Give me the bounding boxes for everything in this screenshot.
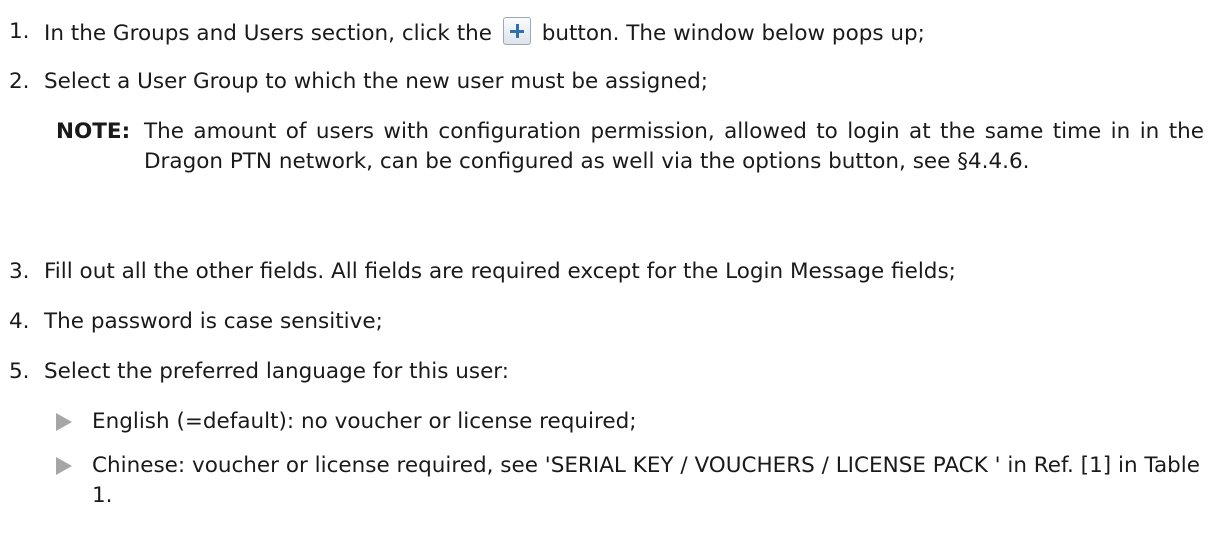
- triangle-bullet-icon: [56, 457, 72, 475]
- triangle-bullet-icon: [56, 413, 72, 431]
- note-label: NOTE:: [56, 119, 131, 144]
- step-text: Select a User Group to which the new use…: [44, 69, 708, 94]
- add-plus-icon: [502, 17, 531, 45]
- step-number: 3.: [9, 259, 30, 284]
- bullet-text: English (=default): no voucher or licens…: [92, 409, 637, 434]
- step-number: 4.: [9, 309, 30, 334]
- step-text-after: button. The window below pops up;: [541, 21, 925, 46]
- step-number: 1.: [9, 19, 30, 44]
- step-text: Select the preferred language for this u…: [44, 359, 510, 384]
- step-number: 2.: [9, 69, 30, 94]
- step-number: 5.: [9, 359, 30, 384]
- note-text: The amount of users with configuration p…: [144, 119, 1204, 174]
- bullet-text: Chinese: voucher or license required, se…: [92, 453, 1201, 508]
- step-text-before: In the Groups and Users section, click t…: [44, 21, 492, 46]
- step-text: The password is case sensitive;: [44, 309, 383, 334]
- step-text: In the Groups and Users section, click t…: [44, 17, 925, 49]
- step-text: Fill out all the other fields. All field…: [44, 259, 956, 284]
